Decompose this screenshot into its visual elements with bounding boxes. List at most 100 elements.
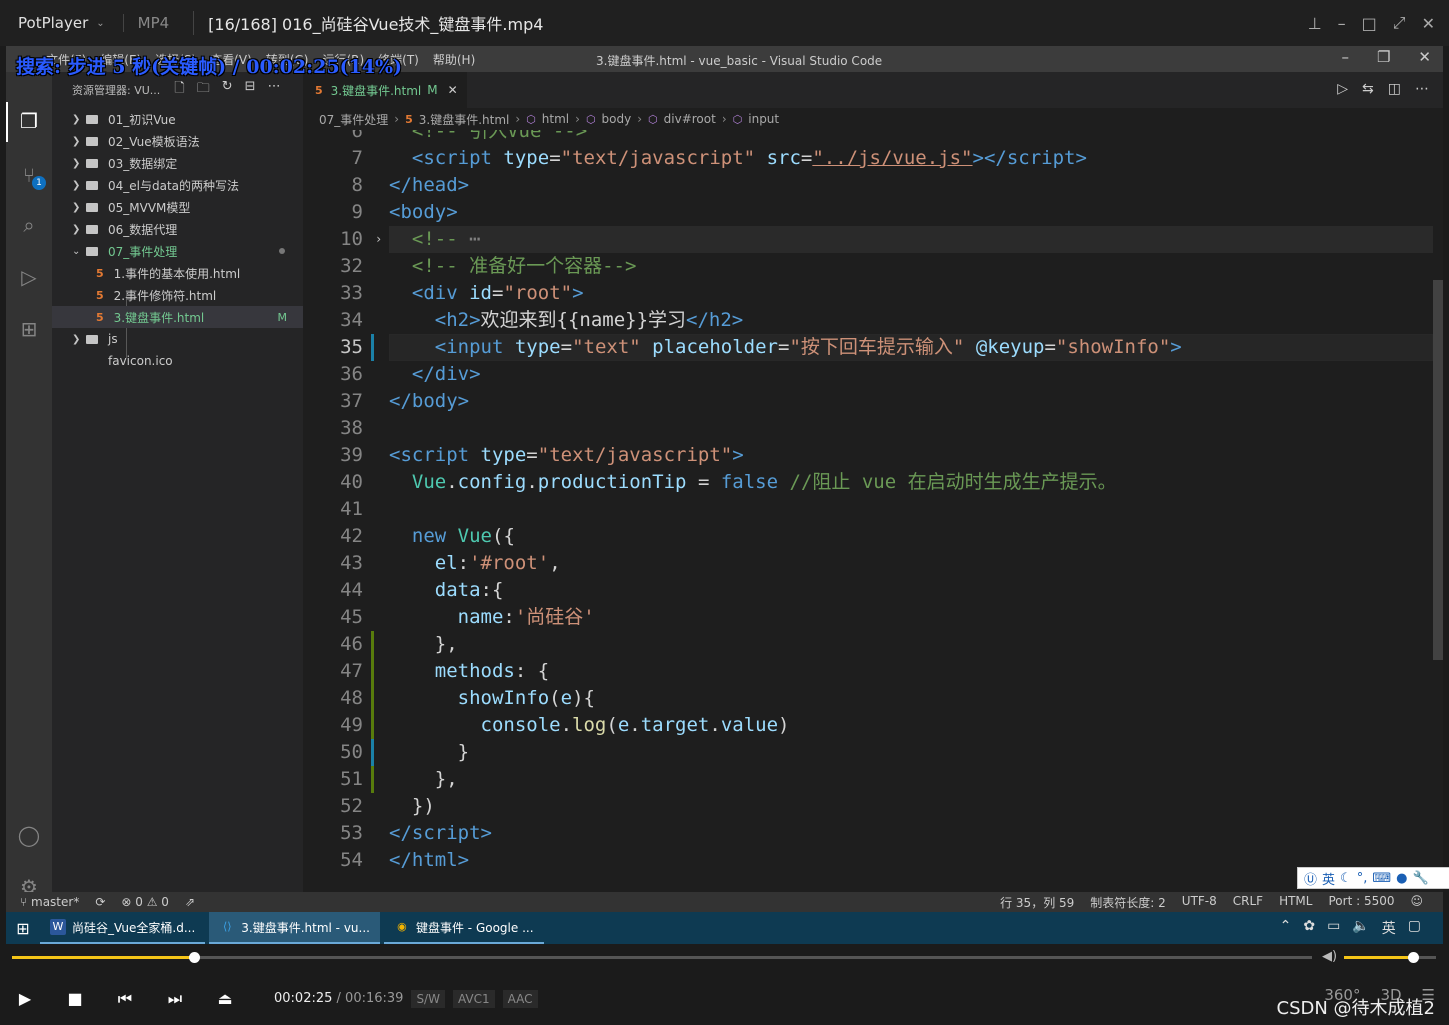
pin-icon[interactable]: ⊥ (1308, 14, 1322, 33)
chevron-right-icon: ❯ (72, 333, 81, 345)
close-icon[interactable]: ✕ (448, 83, 458, 97)
breadcrumb-item[interactable]: body (602, 112, 632, 126)
taskbar-item-vscode[interactable]: ⟨⟩ 3.键盘事件.html - vu... (209, 912, 380, 944)
extensions-icon[interactable]: ⊞ (16, 316, 42, 342)
breadcrumb-item[interactable]: div#root (664, 112, 716, 126)
live-server-port[interactable]: Port : 5500 (1328, 894, 1394, 911)
next-icon[interactable]: ⏭ (150, 989, 200, 1009)
notification-icon[interactable]: ▢ (1408, 918, 1421, 938)
encoding[interactable]: UTF-8 (1182, 894, 1217, 911)
language-mode[interactable]: HTML (1279, 894, 1312, 911)
tab-size[interactable]: 制表符长度: 2 (1090, 894, 1166, 911)
taskbar-item-word[interactable]: W 尚硅谷_Vue全家桶.d... (40, 912, 206, 944)
vscode-window: 文件(F) 编辑(E) 选择(S) 查看(V) 转到(G) 运行(R) 终端(T… (6, 46, 1449, 912)
tree-label: js (108, 332, 118, 346)
account-icon[interactable]: ◯ (16, 822, 42, 848)
stop-icon[interactable]: ■ (50, 989, 100, 1008)
tree-folder[interactable]: ❯ 03_数据绑定 (52, 152, 303, 174)
restore-icon[interactable]: ❐ (1377, 48, 1390, 66)
taskbar-label: 3.键盘事件.html - vu... (241, 920, 370, 935)
taskbar-item-chrome[interactable]: ◉ 键盘事件 - Google ... (383, 912, 544, 944)
code-line: 6 <!-- 引入Vue --> (303, 130, 1433, 145)
more-icon[interactable]: ⋯ (268, 79, 281, 101)
collapse-all-icon[interactable]: ⊟ (245, 79, 256, 101)
battery-icon[interactable]: ▭ (1327, 918, 1340, 938)
breadcrumb-item[interactable]: 07_事件处理 (319, 111, 388, 128)
minimize-icon[interactable]: – (1341, 48, 1349, 66)
chevron-right-icon: ❯ (72, 179, 81, 191)
branch-indicator[interactable]: ⑂ master* (20, 895, 79, 909)
new-file-icon[interactable]: 🗋 (174, 79, 184, 101)
close-icon[interactable]: ✕ (1422, 14, 1435, 33)
code-text: <!-- ⋯ (411, 228, 481, 250)
run-icon[interactable]: ▷ (1337, 81, 1348, 97)
chevron-right-icon[interactable]: › (375, 226, 382, 253)
tree-file[interactable]: 5 2.事件修饰符.html (52, 284, 303, 306)
code-text: </html> (389, 849, 470, 871)
menu-help[interactable]: 帮助(H) (433, 51, 475, 68)
html-file-icon: 5 (96, 288, 104, 302)
sync-icon[interactable]: ⟳ (95, 895, 105, 909)
tray-expand-icon[interactable]: ⌃ (1280, 918, 1292, 938)
cursor-position[interactable]: 行 35，列 59 (1000, 894, 1074, 911)
volume-icon[interactable]: ◀) (1322, 949, 1337, 964)
close-icon[interactable]: ✕ (1418, 48, 1431, 66)
tree-file[interactable]: favicon.ico (52, 350, 303, 372)
tray-lang[interactable]: 英 (1382, 918, 1396, 938)
more-icon[interactable]: ⋯ (1415, 81, 1429, 97)
codec-tag[interactable]: AAC (502, 989, 538, 1008)
minimize-icon[interactable]: – (1338, 14, 1346, 33)
live-share-icon[interactable]: ⇗ (185, 895, 195, 909)
fullscreen-icon[interactable]: ⤢ (1393, 13, 1406, 33)
tree-folder[interactable]: ❯ 01_初识Vue (52, 108, 303, 130)
breadcrumb-item[interactable]: html (542, 112, 569, 126)
seek-track[interactable] (12, 956, 1312, 959)
volume-handle[interactable] (1408, 952, 1419, 963)
tree-folder[interactable]: ❯ 05_MVVM模型 (52, 196, 303, 218)
tree-folder[interactable]: ❯ 06_数据代理 (52, 218, 303, 240)
breadcrumb-item[interactable]: 3.键盘事件.html (419, 111, 510, 128)
seek-handle[interactable] (189, 952, 200, 963)
code-line: 49 console.log(e.target.value) (303, 712, 1433, 739)
code-editor[interactable]: 6 <!-- 引入Vue --> 7 <script type="text/ja… (303, 130, 1443, 892)
search-icon[interactable]: ⌕ (16, 212, 42, 238)
volume-icon[interactable]: 🔈 (1352, 918, 1369, 938)
tree-folder[interactable]: ❯ 02_Vue模板语法 (52, 130, 303, 152)
explorer-title: 资源管理器: VU... (72, 84, 161, 97)
line-number: 7 (351, 147, 363, 169)
tree-folder-open[interactable]: ⌄ 07_事件处理 (52, 240, 303, 262)
breadcrumb-item[interactable]: input (748, 112, 779, 126)
feedback-icon[interactable]: ☺ (1410, 894, 1423, 911)
player-menu-button[interactable]: PotPlayer ⌄ (18, 14, 105, 32)
previous-icon[interactable]: ⏮ (100, 989, 150, 1009)
modified-dot (279, 248, 285, 254)
tree-folder[interactable]: ❯ 04_el与data的两种写法 (52, 174, 303, 196)
problems-indicator[interactable]: ⊗ 0 ⚠ 0 (121, 895, 169, 909)
compare-icon[interactable]: ⇆ (1362, 81, 1374, 97)
codec-tag[interactable]: S/W (411, 989, 445, 1008)
maximize-icon[interactable]: □ (1362, 14, 1377, 33)
explorer-icon[interactable]: ❐ (16, 108, 42, 134)
split-editor-icon[interactable]: ◫ (1388, 81, 1401, 97)
editor-scrollbar[interactable] (1433, 280, 1443, 660)
code-line: 54 </html> (303, 847, 1433, 874)
refresh-icon[interactable]: ↻ (222, 79, 233, 101)
tree-file[interactable]: 5 1.事件的基本使用.html (52, 262, 303, 284)
code-line: 36 </div> (303, 361, 1433, 388)
code-line-folded[interactable]: 10 › <!-- ⋯ (303, 226, 1433, 253)
windows-start-icon[interactable]: ⊞ (6, 919, 40, 938)
code-text: data:{ (434, 579, 504, 601)
source-control-icon[interactable]: ⑂ 1 (16, 162, 46, 190)
eol[interactable]: CRLF (1233, 894, 1263, 911)
new-folder-icon[interactable]: 🗀 (197, 79, 210, 101)
tree-label: 07_事件处理 (108, 244, 178, 259)
tree-file-selected[interactable]: 5 3.键盘事件.html M (52, 306, 303, 328)
tree-folder[interactable]: ❯ js (52, 328, 303, 350)
codec-tag[interactable]: AVC1 (452, 989, 495, 1008)
ime-toolbar[interactable]: Ⓤ 英 ☾ °, ⌨ ● 🔧 (1297, 867, 1449, 889)
eject-icon[interactable]: ⏏ (200, 989, 250, 1008)
tray-app-icon[interactable]: ✿ (1303, 918, 1315, 938)
code-text: <input type="text" placeholder="按下回车提示输入… (434, 336, 1182, 358)
run-debug-icon[interactable]: ▷ (16, 264, 42, 290)
play-icon[interactable]: ▶ (0, 989, 50, 1008)
